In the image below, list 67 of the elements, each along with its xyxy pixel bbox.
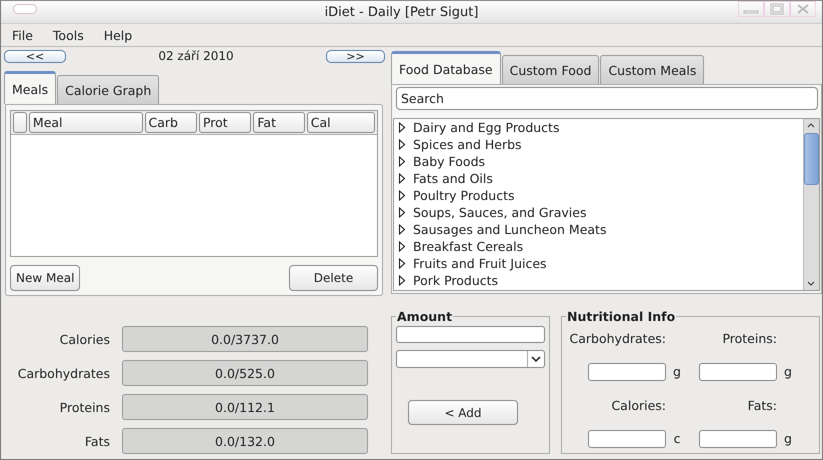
tree-item[interactable]: Sausages and Luncheon Meats (413, 222, 606, 237)
tree-item[interactable]: Breakfast Cereals (413, 239, 524, 254)
collapsed-arrow-icon[interactable] (398, 241, 406, 252)
menu-item[interactable]: Tools (46, 28, 90, 42)
column-header[interactable]: Meal (28, 112, 143, 133)
nutrient-field[interactable] (588, 430, 666, 448)
progress-reading: 0.0/132.0 (215, 434, 275, 448)
collapsed-arrow-icon[interactable] (398, 275, 406, 286)
progress-reading: 0.0/112.1 (215, 400, 275, 414)
tab[interactable]: Food Database (391, 51, 501, 84)
new-meal-button[interactable]: New Meal (10, 265, 80, 291)
group-title: Nutritional Info (566, 309, 676, 324)
tree-item[interactable]: Fats and Oils (413, 171, 493, 186)
delete-button[interactable]: Delete (289, 265, 378, 291)
total-label: Calories (58, 332, 110, 346)
menu-item[interactable]: Help (98, 28, 138, 42)
unit-label: g (672, 363, 682, 382)
tree-item[interactable]: Baby Foods (413, 154, 486, 169)
amount-field[interactable] (396, 326, 545, 343)
column-header[interactable]: Fat (253, 112, 305, 133)
collapsed-arrow-icon[interactable] (398, 173, 406, 184)
progress-reading: 0.0/3737.0 (211, 332, 279, 346)
tree-item[interactable]: Soups, Sauces, and Gravies (413, 205, 586, 220)
collapsed-arrow-icon[interactable] (398, 258, 406, 269)
search-field[interactable]: Search (396, 87, 818, 110)
date-label: 02 září 2010 (157, 49, 235, 63)
nutrient-label: Carbohydrates: (568, 331, 666, 346)
tab[interactable]: Meals (4, 71, 56, 104)
nutrient-field[interactable] (699, 363, 777, 382)
collapsed-arrow-icon[interactable] (398, 156, 406, 167)
scrollbar[interactable] (803, 119, 819, 290)
nutrient-label: Fats: (746, 398, 777, 413)
column-header[interactable]: Cal (306, 112, 375, 133)
app-icon (13, 4, 37, 14)
tree-item[interactable]: Fruits and Fruit Juices (413, 256, 547, 271)
nutrient-field[interactable] (588, 363, 666, 382)
column-header[interactable]: Carb (144, 112, 197, 133)
window-title: iDiet - Daily [Petr Sigut] (324, 4, 480, 20)
tree-item[interactable]: Spices and Herbs (413, 137, 522, 152)
total-label: Carbohydrates (16, 366, 110, 380)
total-label: Fats (84, 434, 110, 448)
total-label: Proteins (58, 400, 110, 414)
column-header[interactable]: Prot (198, 112, 252, 133)
previous-day-button[interactable]: << (4, 50, 66, 62)
collapsed-arrow-icon[interactable] (398, 190, 406, 201)
collapsed-arrow-icon[interactable] (398, 224, 406, 235)
next-day-button[interactable]: >> (326, 50, 385, 62)
nutrient-field[interactable] (699, 430, 777, 448)
tab[interactable]: Custom Food (502, 55, 600, 84)
add-button[interactable]: < Add (408, 400, 518, 425)
collapsed-arrow-icon[interactable] (398, 122, 406, 133)
nutrient-label: Calories: (610, 398, 666, 413)
nutrient-label: Proteins: (721, 331, 777, 346)
menu-item[interactable]: File (6, 28, 39, 42)
group-title: Amount (396, 309, 454, 324)
unit-label: g (783, 363, 793, 382)
column-header[interactable] (13, 112, 27, 133)
unit-label: g (783, 430, 793, 448)
tree-item[interactable]: Pork Products (413, 273, 498, 288)
tree-item[interactable]: Poultry Products (413, 188, 515, 203)
tab[interactable]: Calorie Graph (57, 75, 160, 104)
tree-item[interactable]: Dairy and Egg Products (413, 120, 560, 135)
collapsed-arrow-icon[interactable] (398, 139, 406, 150)
unit-label: c (672, 430, 682, 448)
progress-reading: 0.0/525.0 (215, 366, 275, 380)
collapsed-arrow-icon[interactable] (398, 207, 406, 218)
tab[interactable]: Custom Meals (600, 55, 704, 84)
